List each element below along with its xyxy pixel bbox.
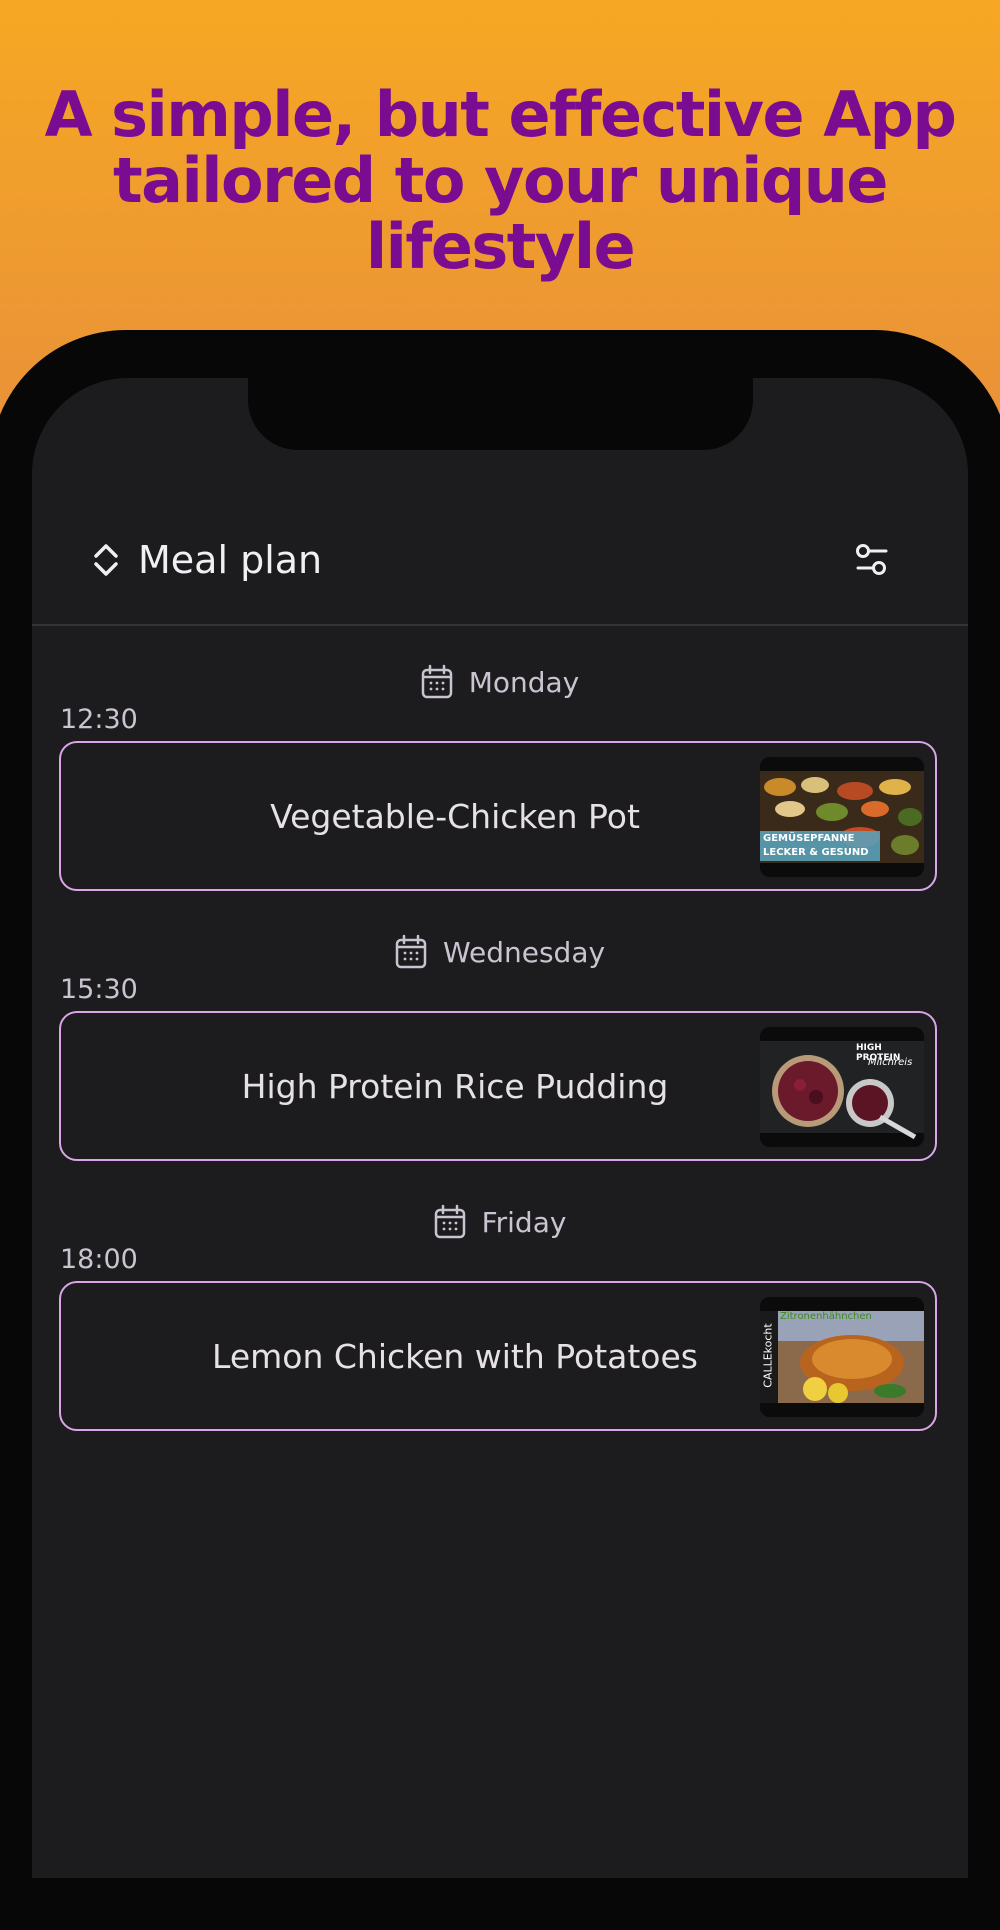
- day-label: Friday: [481, 1205, 567, 1239]
- meal-name: Vegetable-Chicken Pot: [270, 796, 640, 836]
- day-header-wednesday: Wednesday: [32, 930, 968, 974]
- headline-line-2: tailored to your unique: [113, 144, 888, 217]
- calendar-icon: [421, 664, 452, 699]
- thumb-caption-2: CALLEkocht: [761, 1323, 775, 1388]
- calendar-icon: [434, 1204, 465, 1239]
- meal-time: 12:30: [60, 704, 138, 735]
- thumb-caption-2: LECKER & GESUND: [763, 847, 869, 858]
- thumb-caption-2: Milchreis: [868, 1057, 913, 1068]
- meal-time: 18:00: [60, 1244, 138, 1275]
- meal-card-wednesday[interactable]: High Protein Rice Pudding HIGH PROTEIN M…: [59, 1011, 937, 1161]
- meal-time: 15:30: [60, 974, 138, 1005]
- promo-headline: A simple, but effective App tailored to …: [0, 82, 1000, 280]
- day-header-friday: Friday: [32, 1200, 968, 1244]
- phone-notch: [248, 378, 753, 450]
- meal-name: Lemon Chicken with Potatoes: [212, 1336, 698, 1376]
- app-bar: Meal plan: [32, 520, 968, 626]
- day-label: Wednesday: [442, 935, 606, 969]
- headline-line-1: A simple, but effective App: [44, 78, 957, 151]
- meal-card-friday[interactable]: Lemon Chicken with Potatoes Zitronenhähn…: [59, 1281, 937, 1431]
- headline-line-3: lifestyle: [365, 210, 636, 283]
- day-header-monday: Monday: [32, 660, 968, 704]
- thumb-caption-1: GEMÜSEPFANNE: [763, 833, 855, 844]
- meal-thumbnail: HIGH PROTEIN Milchreis: [760, 1027, 924, 1147]
- day-label: Monday: [468, 665, 580, 699]
- calendar-icon: [395, 934, 427, 969]
- meal-card-monday[interactable]: Vegetable-Chicken Pot GEMÜSEPFANNE LECKE…: [59, 741, 937, 891]
- tune-icon[interactable]: [852, 540, 892, 580]
- page-title: Meal plan: [138, 538, 323, 582]
- meal-name: High Protein Rice Pudding: [241, 1066, 669, 1106]
- unfold-more-icon[interactable]: [88, 540, 124, 580]
- meal-thumbnail: GEMÜSEPFANNE LECKER & GESUND: [760, 757, 924, 877]
- thumb-caption-1: Zitronenhähnchen: [780, 1311, 872, 1322]
- meal-thumbnail: Zitronenhähnchen CALLEkocht: [760, 1297, 924, 1417]
